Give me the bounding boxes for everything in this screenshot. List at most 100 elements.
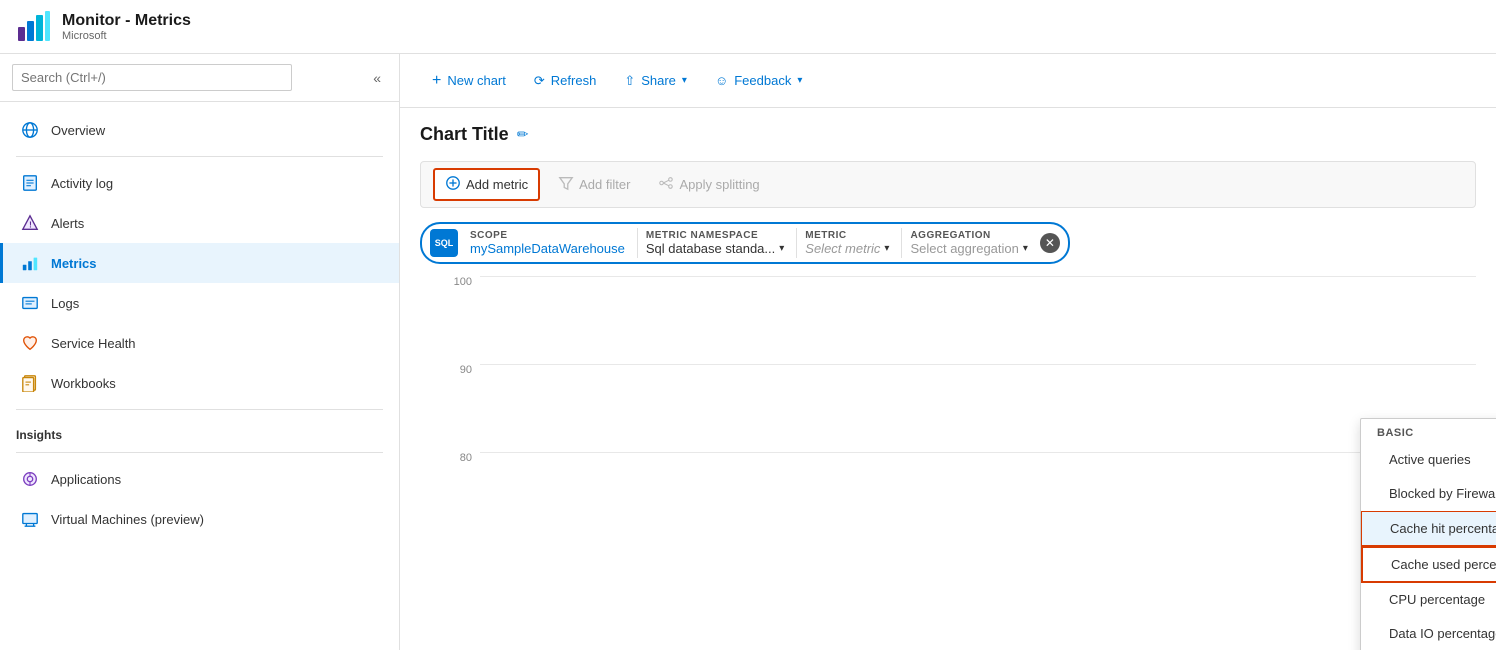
sidebar-label-metrics: Metrics: [51, 256, 97, 271]
scope-db-icon: SQL: [430, 229, 458, 257]
chart-title-row: Chart Title ✏: [420, 124, 1476, 145]
metric-label: METRIC: [805, 230, 889, 241]
aggregation-dropdown[interactable]: Select aggregation ▾: [910, 241, 1027, 256]
dropdown-item-cache-hit-percentage[interactable]: Cache hit percentage: [1361, 511, 1496, 546]
share-label: Share: [641, 73, 676, 88]
aggregation-placeholder: Select aggregation: [910, 241, 1018, 256]
sidebar-label-service-health: Service Health: [51, 336, 136, 351]
globe-icon: [19, 119, 41, 141]
dropdown-section-basic: BASIC: [1361, 419, 1496, 443]
namespace-section: METRIC NAMESPACE Sql database standa... …: [638, 228, 797, 258]
refresh-button[interactable]: ⟳ Refresh: [522, 67, 608, 95]
split-icon: [658, 175, 674, 194]
metric-action-bar: Add metric Add filter Apply splitting: [420, 161, 1476, 208]
metric-section: METRIC Select metric ▾: [797, 228, 902, 258]
dropdown-item-active-queries[interactable]: Active queries: [1361, 443, 1496, 477]
sidebar-label-activity-log: Activity log: [51, 176, 113, 191]
apply-splitting-button[interactable]: Apply splitting: [648, 170, 769, 199]
sidebar-item-applications[interactable]: Applications: [0, 459, 399, 499]
y-label-100: 100: [454, 276, 472, 288]
sidebar-item-overview[interactable]: Overview: [0, 110, 399, 150]
add-filter-button[interactable]: Add filter: [548, 170, 640, 199]
app-title: Monitor - Metrics: [62, 12, 191, 30]
chart-grid: 100 90 80: [420, 276, 1476, 536]
search-input[interactable]: [12, 64, 292, 91]
sidebar-label-applications: Applications: [51, 472, 121, 487]
sidebar-label-workbooks: Workbooks: [51, 376, 116, 391]
feedback-button[interactable]: ☺ Feedback ▾: [703, 67, 814, 94]
plus-icon: +: [432, 72, 441, 90]
grid-line-80: [480, 452, 1476, 453]
dropdown-item-cache-used-percentage[interactable]: Cache used percentage: [1361, 546, 1496, 583]
metric-placeholder: Select metric: [805, 241, 880, 256]
share-chevron-icon: ▾: [682, 75, 687, 86]
y-label-90: 90: [460, 364, 472, 376]
namespace-chevron-icon: ▾: [779, 243, 784, 254]
sidebar-item-logs[interactable]: Logs: [0, 283, 399, 323]
document-icon: [19, 172, 41, 194]
main-layout: « Overview Activity log !: [0, 54, 1496, 650]
chart-plot-area: [480, 276, 1476, 536]
sidebar-item-metrics[interactable]: Metrics: [0, 243, 399, 283]
metric-dropdown-trigger[interactable]: Select metric ▾: [805, 241, 889, 256]
dropdown-item-cpu-percentage[interactable]: CPU percentage: [1361, 583, 1496, 617]
sidebar-item-workbooks[interactable]: Workbooks: [0, 363, 399, 403]
sidebar-label-virtual-machines: Virtual Machines (preview): [51, 512, 204, 527]
add-filter-label: Add filter: [579, 177, 630, 192]
refresh-icon: ⟳: [534, 73, 545, 89]
share-icon: ⇧: [624, 73, 635, 89]
metric-dropdown-overlay: BASIC Active queries Blocked by Firewall…: [1360, 418, 1496, 650]
scope-section: SCOPE mySampleDataWarehouse: [462, 228, 638, 258]
sidebar-label-overview: Overview: [51, 123, 105, 138]
app-logo: [16, 9, 52, 45]
chart-container: Chart Title ✏ Add metric Add filter: [400, 108, 1496, 650]
share-button[interactable]: ⇧ Share ▾: [612, 67, 699, 95]
grid-line-100: [480, 276, 1476, 277]
add-metric-label: Add metric: [466, 177, 528, 192]
app-icon: [19, 468, 41, 490]
vm-icon: [19, 508, 41, 530]
sidebar-item-alerts[interactable]: ! Alerts: [0, 203, 399, 243]
namespace-dropdown[interactable]: Sql database standa... ▾: [646, 241, 784, 256]
toolbar: + New chart ⟳ Refresh ⇧ Share ▾ ☺ Feedba…: [400, 54, 1496, 108]
svg-text:!: !: [29, 221, 32, 230]
logs-icon: [19, 292, 41, 314]
scope-value[interactable]: mySampleDataWarehouse: [470, 241, 625, 256]
apply-splitting-label: Apply splitting: [679, 177, 759, 192]
sidebar-nav: Overview Activity log ! Alerts: [0, 102, 399, 547]
aggregation-section: AGGREGATION Select aggregation ▾: [902, 228, 1035, 258]
grid-line-90: [480, 364, 1476, 365]
aggregation-label: AGGREGATION: [910, 230, 1027, 241]
edit-title-icon[interactable]: ✏: [517, 126, 529, 143]
app-bar: Monitor - Metrics Microsoft: [0, 0, 1496, 54]
remove-metric-button[interactable]: ✕: [1040, 233, 1060, 253]
sidebar-item-activity-log[interactable]: Activity log: [0, 163, 399, 203]
insights-section-label: Insights: [0, 416, 399, 446]
metric-chevron-icon: ▾: [884, 243, 889, 254]
sidebar-item-service-health[interactable]: Service Health: [0, 323, 399, 363]
workbooks-icon: [19, 372, 41, 394]
new-chart-button[interactable]: + New chart: [420, 66, 518, 96]
filter-icon: [558, 175, 574, 194]
dropdown-item-blocked-by-firewall[interactable]: Blocked by Firewall: [1361, 477, 1496, 511]
app-subtitle: Microsoft: [62, 30, 191, 42]
sidebar-label-logs: Logs: [51, 296, 79, 311]
namespace-value: Sql database standa...: [646, 241, 775, 256]
y-label-80: 80: [460, 452, 472, 464]
sidebar: « Overview Activity log !: [0, 54, 400, 650]
feedback-label: Feedback: [734, 73, 791, 88]
scope-label: SCOPE: [470, 230, 625, 241]
feedback-chevron-icon: ▾: [797, 75, 802, 86]
new-chart-label: New chart: [447, 73, 506, 88]
collapse-button[interactable]: «: [367, 66, 387, 90]
add-metric-button[interactable]: Add metric: [433, 168, 540, 201]
sidebar-label-alerts: Alerts: [51, 216, 84, 231]
dropdown-item-data-io-percentage[interactable]: Data IO percentage: [1361, 617, 1496, 650]
aggregation-chevron-icon: ▾: [1023, 243, 1028, 254]
content-area: + New chart ⟳ Refresh ⇧ Share ▾ ☺ Feedba…: [400, 54, 1496, 650]
sidebar-item-virtual-machines[interactable]: Virtual Machines (preview): [0, 499, 399, 539]
sidebar-divider-1: [16, 156, 383, 157]
y-axis: 100 90 80: [420, 276, 480, 536]
sidebar-divider-3: [16, 452, 383, 453]
sidebar-divider-2: [16, 409, 383, 410]
